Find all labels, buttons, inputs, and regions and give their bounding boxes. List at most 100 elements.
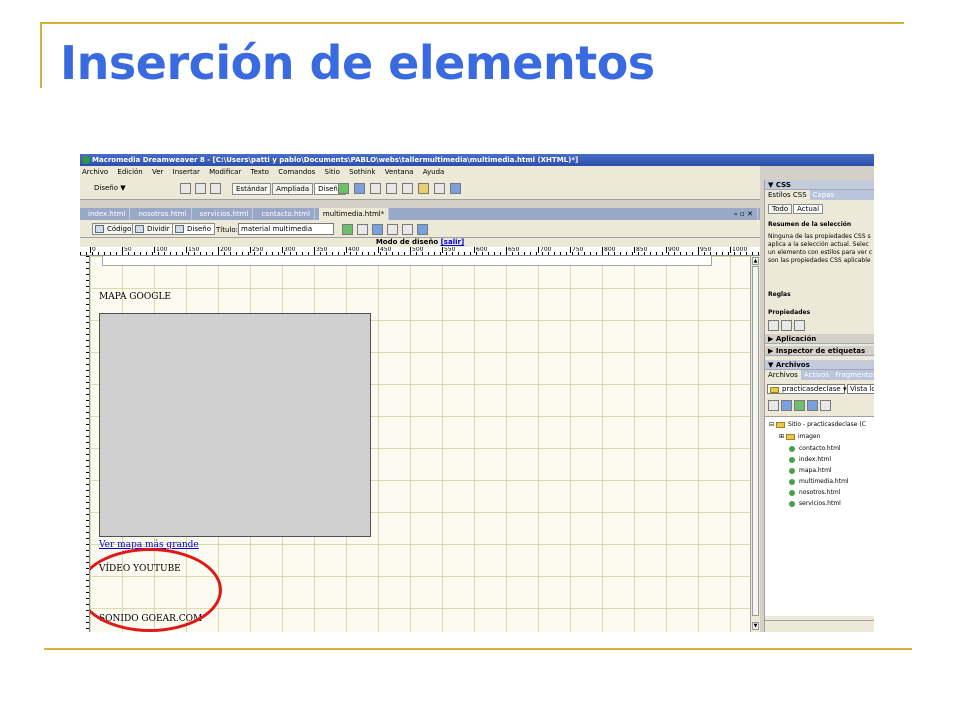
vertical-ruler	[80, 256, 90, 632]
css-panel-header[interactable]: ▼ CSS	[765, 180, 874, 190]
put-files-icon[interactable]	[806, 400, 818, 411]
insert-column-icon[interactable]	[402, 183, 413, 194]
page-title-input[interactable]	[238, 223, 334, 235]
tab-contacto[interactable]: contacto.html	[257, 208, 315, 220]
menu-modificar[interactable]: Modificar	[209, 168, 241, 176]
html-file-icon	[789, 489, 795, 496]
slide-left-line	[40, 22, 42, 88]
design-view-button[interactable]: Diseño	[172, 223, 216, 235]
menu-insertar[interactable]: Insertar	[173, 168, 200, 176]
view-select[interactable]: Vista lo	[847, 384, 874, 394]
file-item[interactable]: contacto.html	[789, 445, 841, 453]
google-map-placeholder[interactable]	[99, 313, 371, 537]
table-icon[interactable]	[180, 183, 191, 194]
scroll-up-icon[interactable]: ▲	[752, 257, 759, 265]
view-options-icon[interactable]	[402, 224, 413, 235]
set-properties-icon[interactable]	[793, 320, 805, 331]
image-icon[interactable]	[418, 183, 429, 194]
tab-fragmentos[interactable]: Fragmentos	[832, 370, 874, 380]
canvas-vertical-scrollbar[interactable]: ▲ ▼	[750, 256, 760, 632]
html-file-icon	[789, 478, 795, 485]
site-select-value: practicasdeclase	[782, 385, 841, 393]
refresh-icon[interactable]	[387, 224, 398, 235]
tab-index[interactable]: index.html	[84, 208, 131, 220]
tabular-data-icon[interactable]	[450, 183, 461, 194]
menu-archivo[interactable]: Archivo	[82, 168, 108, 176]
split-view-button[interactable]: Dividir	[132, 223, 174, 235]
folder-item[interactable]: ⊞ imagen	[779, 433, 820, 441]
file-item[interactable]: nosotros.html	[789, 489, 840, 497]
scroll-thumb[interactable]	[752, 266, 759, 616]
menu-ayuda[interactable]: Ayuda	[423, 168, 445, 176]
document-toolbar-icons	[342, 224, 428, 235]
menu-ver[interactable]: Ver	[152, 168, 163, 176]
files-horizontal-scrollbar[interactable]	[765, 620, 874, 630]
layout-icons	[180, 183, 221, 194]
menu-sitio[interactable]: Sitio	[325, 168, 340, 176]
split-view-label: Dividir	[147, 225, 170, 233]
css-mode-todo[interactable]: Todo	[768, 204, 793, 214]
files-panel-header[interactable]: ▼ Archivos	[765, 360, 874, 370]
preview-browser-icon[interactable]	[372, 224, 383, 235]
css-mode-actual[interactable]: Actual	[793, 204, 824, 214]
slide-top-line	[40, 22, 904, 24]
draw-cell-icon[interactable]	[354, 183, 365, 194]
files-tree: ⊟ Sitio - practicasdeclase (C ⊞ imagen c…	[765, 416, 874, 616]
code-view-button[interactable]: Código	[92, 223, 136, 235]
visual-aids-icon[interactable]	[417, 224, 428, 235]
tab-capas[interactable]: Capas	[810, 190, 838, 200]
site-root-item[interactable]: ⊟ Sitio - practicasdeclase (C	[769, 421, 866, 429]
frame-icon[interactable]	[210, 183, 221, 194]
files-toolbar	[768, 400, 831, 414]
tab-nosotros[interactable]: nosotros.html	[134, 208, 192, 220]
design-mode-exit-link[interactable]: [salir]	[441, 238, 465, 246]
right-panel-group: ▼ CSS Estilos CSS Capas Todo Actual Resum…	[764, 180, 874, 632]
document-window-controls[interactable]: – ▫ ✕	[730, 208, 758, 220]
tag-inspector-panel-header[interactable]: ▶ Inspector de etiquetas	[765, 346, 874, 356]
layer-icon[interactable]	[195, 183, 206, 194]
tab-estilos-css[interactable]: Estilos CSS	[765, 190, 810, 200]
design-view-label: Diseño	[187, 225, 212, 233]
rules-label: Reglas	[768, 291, 791, 298]
menu-edicion[interactable]: Edición	[117, 168, 142, 176]
draw-table-icon[interactable]	[338, 183, 349, 194]
alphabetical-view-icon[interactable]	[780, 320, 792, 331]
view-ampliada-button[interactable]: Ampliada	[272, 183, 314, 195]
design-canvas[interactable]: MAPA GOOGLE Ver mapa más grande VÍDEO YO…	[90, 256, 750, 632]
ruler-ticks	[80, 252, 760, 255]
tab-archivos[interactable]: Archivos	[765, 370, 801, 380]
application-panel-header[interactable]: ▶ Aplicación	[765, 334, 874, 344]
file-item[interactable]: servicios.html	[789, 500, 841, 508]
menu-texto[interactable]: Texto	[251, 168, 269, 176]
site-select[interactable]: practicasdeclase ▾	[767, 384, 846, 394]
slide-title: Inserción de elementos	[60, 36, 655, 90]
insert-row-icon[interactable]	[386, 183, 397, 194]
insert-div-icon[interactable]	[370, 183, 381, 194]
file-item[interactable]: mapa.html	[789, 467, 832, 475]
css-panel-tabs: Estilos CSS Capas	[765, 190, 874, 200]
menu-comandos[interactable]: Comandos	[278, 168, 315, 176]
tab-activos[interactable]: Activos	[801, 370, 832, 380]
html-file-icon	[789, 467, 795, 474]
check-errors-icon[interactable]	[342, 224, 353, 235]
highlight-circle	[90, 548, 222, 632]
refresh-files-icon[interactable]	[780, 400, 792, 411]
frames-icon[interactable]	[434, 183, 445, 194]
check-out-icon[interactable]	[819, 400, 831, 411]
get-files-icon[interactable]	[793, 400, 805, 411]
insert-icons	[338, 183, 461, 194]
file-management-icon[interactable]	[357, 224, 368, 235]
view-estandar-button[interactable]: Estándar	[232, 183, 272, 195]
menu-ventana[interactable]: Ventana	[385, 168, 414, 176]
category-view-icon[interactable]	[768, 320, 779, 331]
tab-servicios[interactable]: servicios.html	[196, 208, 254, 220]
horizontal-ruler: 0 50 100 150 200 250 300 350 400 450 500…	[80, 247, 760, 256]
file-item[interactable]: multimedia.html	[789, 478, 849, 486]
tab-multimedia[interactable]: multimedia.html*	[318, 208, 390, 220]
split-view-icon	[135, 225, 144, 233]
scroll-down-icon[interactable]: ▼	[752, 622, 759, 630]
menu-sothink[interactable]: Sothink	[349, 168, 375, 176]
connect-icon[interactable]	[768, 400, 779, 411]
file-item[interactable]: index.html	[789, 456, 831, 464]
insert-bar-mode-dropdown[interactable]: Diseño ▼	[94, 184, 126, 192]
